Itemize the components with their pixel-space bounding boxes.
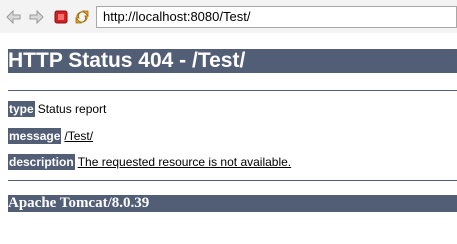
message-row: message/Test/	[8, 128, 93, 144]
divider	[8, 90, 457, 91]
reload-icon[interactable]	[74, 9, 90, 25]
description-label: description	[8, 154, 75, 170]
type-value: Status report	[37, 102, 107, 116]
address-bar-input[interactable]: http://localhost:8080/Test/	[96, 6, 457, 28]
description-value: The requested resource is not available.	[77, 155, 292, 169]
forward-arrow-icon[interactable]	[28, 9, 44, 25]
error-page: HTTP Status 404 - /Test/ type Status repo…	[0, 33, 457, 244]
message-value: /Test/	[64, 129, 94, 143]
page-title: HTTP Status 404 - /Test/	[8, 49, 457, 73]
description-row: description The requested resource is not…	[8, 154, 291, 170]
type-label: type	[8, 101, 35, 117]
server-footer: Apache Tomcat/8.0.39	[8, 195, 457, 212]
type-row: type Status report	[8, 101, 106, 117]
back-arrow-icon[interactable]	[6, 9, 22, 25]
stop-icon[interactable]	[53, 9, 69, 25]
browser-toolbar: http://localhost:8080/Test/	[0, 0, 457, 33]
message-label: message	[8, 128, 62, 144]
divider	[8, 180, 457, 181]
